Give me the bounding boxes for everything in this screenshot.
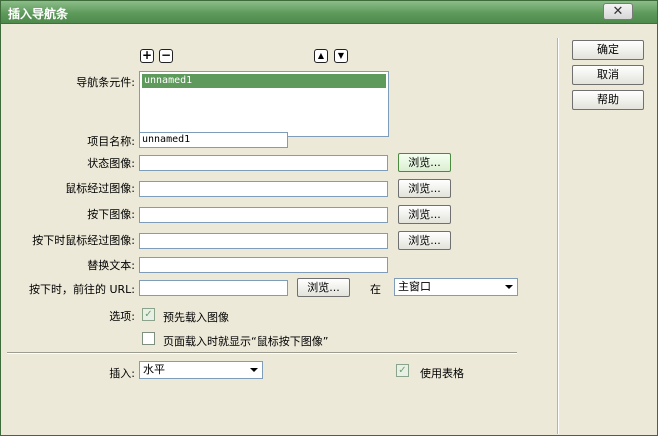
checkmark-icon: ✓	[398, 365, 407, 376]
rollover-image-input[interactable]	[139, 181, 388, 197]
down-image-browse-button[interactable]: 浏览...	[398, 205, 451, 224]
insert-direction-select[interactable]: 水平	[139, 361, 263, 379]
target-window-select[interactable]: 主窗口	[394, 278, 518, 296]
insert-label: 插入:	[109, 367, 135, 380]
remove-element-button[interactable]: −	[159, 49, 173, 63]
title-bar[interactable]: 插入导航条 ✕	[1, 1, 657, 24]
alt-text-label: 替换文本:	[87, 259, 135, 272]
preload-images-label: 预先载入图像	[163, 311, 229, 324]
rollover-image-label: 鼠标经过图像:	[65, 182, 135, 195]
rollover-image-browse-button[interactable]: 浏览...	[398, 179, 451, 198]
ok-button[interactable]: 确定	[572, 40, 644, 60]
item-name-label: 项目名称:	[87, 135, 135, 148]
arrow-up-icon: ▲	[317, 51, 325, 60]
checkmark-icon: ✓	[144, 309, 153, 320]
item-name-input[interactable]: unnamed1	[139, 132, 288, 148]
cancel-button[interactable]: 取消	[572, 65, 644, 85]
over-while-down-browse-button[interactable]: 浏览...	[398, 231, 451, 250]
help-button[interactable]: 帮助	[572, 90, 644, 110]
insert-navbar-dialog: 插入导航条 ✕ + − ▲ ▼ 导航条元件: unnamed1 项目名称: un…	[0, 0, 658, 436]
minus-icon: −	[160, 48, 172, 62]
close-icon: ✕	[612, 4, 624, 19]
chevron-down-icon	[250, 368, 258, 372]
elements-label: 导航条元件:	[76, 76, 135, 89]
down-url-browse-button[interactable]: 浏览...	[297, 278, 350, 297]
use-table-label: 使用表格	[420, 367, 464, 380]
state-image-input[interactable]	[139, 155, 388, 171]
target-window-value: 主窗口	[398, 280, 431, 293]
dialog-body: + − ▲ ▼ 导航条元件: unnamed1 项目名称: unnamed1 状…	[2, 24, 656, 434]
use-table-checkbox[interactable]: ✓	[396, 364, 409, 377]
close-button[interactable]: ✕	[603, 3, 633, 20]
move-up-button[interactable]: ▲	[314, 49, 328, 63]
preload-images-checkbox[interactable]: ✓	[142, 308, 155, 321]
over-while-down-input[interactable]	[139, 233, 388, 249]
elements-listbox[interactable]: unnamed1	[139, 71, 389, 137]
plus-icon: +	[141, 48, 153, 62]
down-image-input[interactable]	[139, 207, 388, 223]
show-down-image-label: 页面载入时就显示“鼠标按下图像”	[163, 335, 329, 348]
down-url-input[interactable]	[139, 280, 288, 296]
state-image-label: 状态图像:	[87, 157, 135, 170]
insert-direction-value: 水平	[143, 363, 165, 376]
show-down-image-checkbox[interactable]	[142, 332, 155, 345]
over-while-down-label: 按下时鼠标经过图像:	[32, 234, 135, 247]
down-url-label: 按下时，前往的 URL:	[28, 283, 135, 296]
chevron-down-icon	[505, 285, 513, 289]
add-element-button[interactable]: +	[140, 49, 154, 63]
state-image-browse-button[interactable]: 浏览...	[398, 153, 451, 172]
dialog-title: 插入导航条	[8, 7, 69, 21]
options-label: 选项:	[109, 310, 135, 323]
alt-text-input[interactable]	[139, 257, 388, 273]
list-item-selected[interactable]: unnamed1	[142, 74, 386, 88]
horizontal-divider	[7, 352, 517, 354]
down-image-label: 按下图像:	[87, 208, 135, 221]
arrow-down-icon: ▼	[337, 51, 345, 60]
move-down-button[interactable]: ▼	[334, 49, 348, 63]
vertical-divider	[557, 38, 559, 434]
target-in-label: 在	[370, 283, 381, 296]
